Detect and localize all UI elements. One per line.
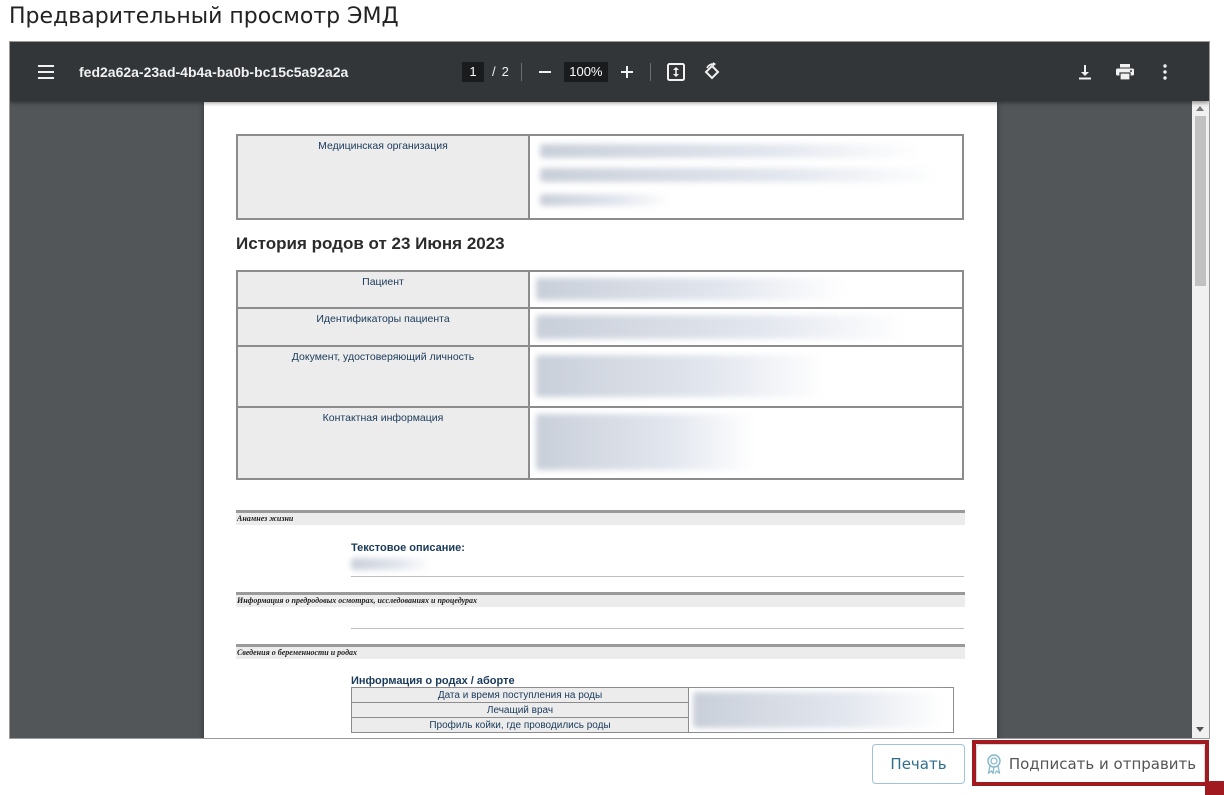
document-page: Медицинская организация История родов от…	[204, 102, 997, 738]
toolbar-divider	[520, 62, 522, 81]
redacted-value	[528, 307, 964, 347]
scroll-down-icon[interactable]	[1196, 727, 1204, 732]
vertical-scrollbar[interactable]	[1192, 101, 1209, 738]
menu-icon[interactable]	[37, 42, 55, 101]
right-tools	[1065, 42, 1185, 101]
birth-info-table: Дата и время поступления на роды Лечащий…	[351, 687, 954, 733]
divider-line	[351, 576, 964, 577]
patient-row-label: Контактная информация	[236, 406, 530, 480]
more-options-icon[interactable]	[1145, 52, 1185, 92]
zoom-out-icon[interactable]	[534, 61, 556, 83]
birth-row-label: Дата и время поступления на роды	[351, 687, 689, 703]
section-anamnesis: Анамнез жизни	[236, 510, 965, 525]
org-label: Медицинская организация	[236, 134, 530, 220]
birth-row-label: Профиль койки, где проводились роды	[351, 717, 689, 733]
patient-table: Пациент Идентификаторы пациента Документ…	[236, 270, 964, 480]
birth-row-label: Лечащий врач	[351, 702, 689, 718]
redacted-value	[528, 345, 964, 408]
organization-table: Медицинская организация	[236, 134, 964, 220]
patient-row-label: Пациент	[236, 270, 530, 309]
redacted-value	[528, 406, 964, 480]
callout-marker	[1205, 781, 1224, 795]
text-description-label: Текстовое описание:	[351, 542, 465, 554]
page-separator: /	[492, 64, 496, 79]
pdf-viewer: fed2a62a-23ad-4b4a-ba0b-bc15c5a92a2a 1 /…	[9, 41, 1210, 739]
zoom-in-icon[interactable]	[616, 61, 638, 83]
scroll-up-icon[interactable]	[1196, 106, 1204, 111]
scroll-thumb[interactable]	[1195, 116, 1206, 286]
print-icon[interactable]	[1105, 52, 1145, 92]
page-total: 2	[501, 64, 509, 79]
redacted-value	[351, 558, 431, 570]
document-heading: История родов от 23 Июня 2023	[236, 234, 505, 253]
zoom-level-input[interactable]: 100%	[563, 61, 608, 82]
section-prenatal: Информация о предродовых осмотрах, иссле…	[236, 592, 965, 607]
patient-row-label: Документ, удостоверяющий личность	[236, 345, 530, 408]
rotate-icon[interactable]	[699, 59, 725, 85]
redacted-value	[528, 270, 964, 309]
pdf-toolbar: fed2a62a-23ad-4b4a-ba0b-bc15c5a92a2a 1 /…	[10, 42, 1209, 101]
page-number-input[interactable]: 1	[462, 61, 484, 82]
patient-row-label: Идентификаторы пациента	[236, 307, 530, 347]
fit-page-icon[interactable]	[663, 59, 689, 85]
org-value-redacted	[528, 134, 964, 220]
print-button[interactable]: Печать	[872, 744, 965, 784]
file-name: fed2a62a-23ad-4b4a-ba0b-bc15c5a92a2a	[79, 63, 349, 80]
dialog-title: Предварительный просмотр ЭМД	[9, 4, 399, 29]
redacted-value	[688, 687, 954, 733]
download-icon[interactable]	[1065, 52, 1105, 92]
toolbar-divider	[649, 62, 651, 81]
birth-info-label: Информация о родах / аборте	[351, 675, 515, 687]
divider-line	[351, 628, 964, 629]
section-pregnancy: Сведения о беременности и родах	[236, 644, 965, 659]
page-controls: 1 / 2 100%	[462, 42, 725, 101]
highlight-frame	[972, 740, 1209, 786]
